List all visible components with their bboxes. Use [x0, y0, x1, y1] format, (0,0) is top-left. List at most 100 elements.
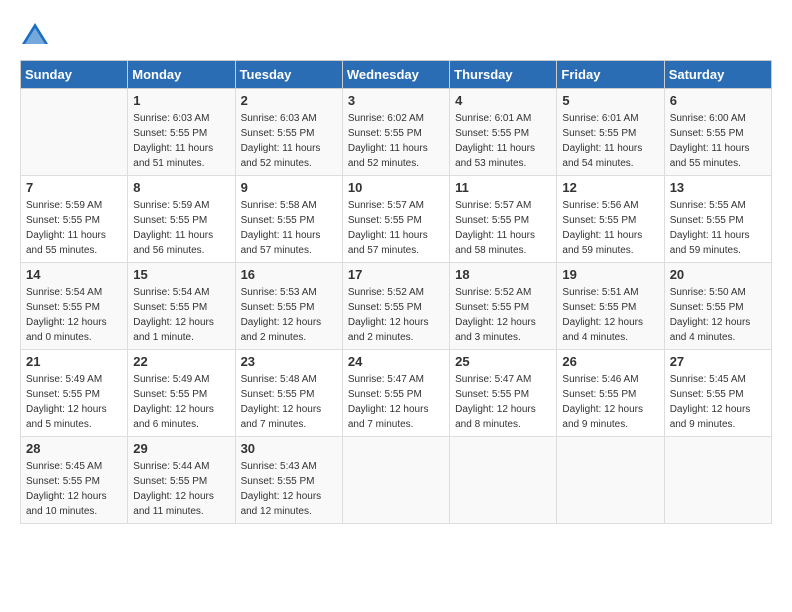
day-info: Sunrise: 6:03 AMSunset: 5:55 PMDaylight:…	[133, 111, 229, 171]
day-info: Sunrise: 5:45 AMSunset: 5:55 PMDaylight:…	[670, 372, 766, 432]
day-number: 13	[670, 180, 766, 195]
day-info: Sunrise: 5:59 AMSunset: 5:55 PMDaylight:…	[133, 198, 229, 258]
calendar-body: 1 Sunrise: 6:03 AMSunset: 5:55 PMDaylight…	[21, 89, 772, 524]
calendar-week-0: 1 Sunrise: 6:03 AMSunset: 5:55 PMDaylight…	[21, 89, 772, 176]
calendar-cell: 2 Sunrise: 6:03 AMSunset: 5:55 PMDaylight…	[235, 89, 342, 176]
weekday-header-wednesday: Wednesday	[342, 61, 449, 89]
day-info: Sunrise: 5:53 AMSunset: 5:55 PMDaylight:…	[241, 285, 337, 345]
day-number: 22	[133, 354, 229, 369]
day-number: 5	[562, 93, 658, 108]
calendar-cell: 14 Sunrise: 5:54 AMSunset: 5:55 PMDayligh…	[21, 263, 128, 350]
calendar-cell: 5 Sunrise: 6:01 AMSunset: 5:55 PMDaylight…	[557, 89, 664, 176]
calendar-cell: 4 Sunrise: 6:01 AMSunset: 5:55 PMDaylight…	[450, 89, 557, 176]
day-number: 19	[562, 267, 658, 282]
calendar-cell	[342, 437, 449, 524]
day-info: Sunrise: 5:51 AMSunset: 5:55 PMDaylight:…	[562, 285, 658, 345]
calendar-cell: 23 Sunrise: 5:48 AMSunset: 5:55 PMDayligh…	[235, 350, 342, 437]
calendar-cell: 9 Sunrise: 5:58 AMSunset: 5:55 PMDaylight…	[235, 176, 342, 263]
day-number: 11	[455, 180, 551, 195]
calendar-cell	[450, 437, 557, 524]
calendar-cell: 15 Sunrise: 5:54 AMSunset: 5:55 PMDayligh…	[128, 263, 235, 350]
day-number: 7	[26, 180, 122, 195]
calendar-cell: 18 Sunrise: 5:52 AMSunset: 5:55 PMDayligh…	[450, 263, 557, 350]
day-number: 3	[348, 93, 444, 108]
weekday-header-tuesday: Tuesday	[235, 61, 342, 89]
day-number: 18	[455, 267, 551, 282]
weekday-row: SundayMondayTuesdayWednesdayThursdayFrid…	[21, 61, 772, 89]
calendar-cell	[664, 437, 771, 524]
day-info: Sunrise: 5:47 AMSunset: 5:55 PMDaylight:…	[348, 372, 444, 432]
calendar-cell: 20 Sunrise: 5:50 AMSunset: 5:55 PMDayligh…	[664, 263, 771, 350]
page-header	[20, 20, 772, 50]
day-info: Sunrise: 5:49 AMSunset: 5:55 PMDaylight:…	[26, 372, 122, 432]
day-info: Sunrise: 5:57 AMSunset: 5:55 PMDaylight:…	[348, 198, 444, 258]
calendar-week-3: 21Sunrise: 5:49 AMSunset: 5:55 PMDayligh…	[21, 350, 772, 437]
day-number: 1	[133, 93, 229, 108]
day-info: Sunrise: 6:01 AMSunset: 5:55 PMDaylight:…	[562, 111, 658, 171]
calendar-cell: 24 Sunrise: 5:47 AMSunset: 5:55 PMDayligh…	[342, 350, 449, 437]
day-number: 12	[562, 180, 658, 195]
day-number: 20	[670, 267, 766, 282]
calendar-cell: 19 Sunrise: 5:51 AMSunset: 5:55 PMDayligh…	[557, 263, 664, 350]
day-number: 23	[241, 354, 337, 369]
day-number: 29	[133, 441, 229, 456]
day-info: Sunrise: 5:46 AMSunset: 5:55 PMDaylight:…	[562, 372, 658, 432]
weekday-header-friday: Friday	[557, 61, 664, 89]
weekday-header-monday: Monday	[128, 61, 235, 89]
day-info: Sunrise: 6:03 AMSunset: 5:55 PMDaylight:…	[241, 111, 337, 171]
calendar-cell: 30 Sunrise: 5:43 AMSunset: 5:55 PMDayligh…	[235, 437, 342, 524]
day-number: 9	[241, 180, 337, 195]
calendar-cell: 1 Sunrise: 6:03 AMSunset: 5:55 PMDaylight…	[128, 89, 235, 176]
day-number: 16	[241, 267, 337, 282]
calendar-cell: 21Sunrise: 5:49 AMSunset: 5:55 PMDayligh…	[21, 350, 128, 437]
calendar-cell: 12 Sunrise: 5:56 AMSunset: 5:55 PMDayligh…	[557, 176, 664, 263]
day-number: 14	[26, 267, 122, 282]
calendar-week-2: 14 Sunrise: 5:54 AMSunset: 5:55 PMDayligh…	[21, 263, 772, 350]
calendar-cell	[21, 89, 128, 176]
day-info: Sunrise: 5:56 AMSunset: 5:55 PMDaylight:…	[562, 198, 658, 258]
day-number: 24	[348, 354, 444, 369]
logo-icon	[20, 20, 50, 50]
weekday-header-thursday: Thursday	[450, 61, 557, 89]
day-info: Sunrise: 6:00 AMSunset: 5:55 PMDaylight:…	[670, 111, 766, 171]
calendar-cell: 27 Sunrise: 5:45 AMSunset: 5:55 PMDayligh…	[664, 350, 771, 437]
calendar-cell: 25Sunrise: 5:47 AMSunset: 5:55 PMDayligh…	[450, 350, 557, 437]
day-number: 8	[133, 180, 229, 195]
day-info: Sunrise: 5:52 AMSunset: 5:55 PMDaylight:…	[455, 285, 551, 345]
day-info: Sunrise: 5:43 AMSunset: 5:55 PMDaylight:…	[241, 459, 337, 519]
weekday-header-sunday: Sunday	[21, 61, 128, 89]
day-number: 10	[348, 180, 444, 195]
calendar-cell: 17Sunrise: 5:52 AMSunset: 5:55 PMDayligh…	[342, 263, 449, 350]
day-number: 15	[133, 267, 229, 282]
day-number: 27	[670, 354, 766, 369]
day-info: Sunrise: 5:57 AMSunset: 5:55 PMDaylight:…	[455, 198, 551, 258]
calendar-cell: 28 Sunrise: 5:45 AMSunset: 5:55 PMDayligh…	[21, 437, 128, 524]
day-info: Sunrise: 5:54 AMSunset: 5:55 PMDaylight:…	[26, 285, 122, 345]
day-info: Sunrise: 5:58 AMSunset: 5:55 PMDaylight:…	[241, 198, 337, 258]
logo	[20, 20, 52, 50]
calendar-cell: 13Sunrise: 5:55 AMSunset: 5:55 PMDayligh…	[664, 176, 771, 263]
day-number: 6	[670, 93, 766, 108]
calendar-cell: 29 Sunrise: 5:44 AMSunset: 5:55 PMDayligh…	[128, 437, 235, 524]
day-info: Sunrise: 5:59 AMSunset: 5:55 PMDaylight:…	[26, 198, 122, 258]
day-info: Sunrise: 5:54 AMSunset: 5:55 PMDaylight:…	[133, 285, 229, 345]
day-number: 28	[26, 441, 122, 456]
day-info: Sunrise: 5:44 AMSunset: 5:55 PMDaylight:…	[133, 459, 229, 519]
calendar-cell: 26Sunrise: 5:46 AMSunset: 5:55 PMDayligh…	[557, 350, 664, 437]
calendar-cell	[557, 437, 664, 524]
day-number: 2	[241, 93, 337, 108]
calendar-table: SundayMondayTuesdayWednesdayThursdayFrid…	[20, 60, 772, 524]
day-info: Sunrise: 5:45 AMSunset: 5:55 PMDaylight:…	[26, 459, 122, 519]
calendar-cell: 6 Sunrise: 6:00 AMSunset: 5:55 PMDaylight…	[664, 89, 771, 176]
day-number: 30	[241, 441, 337, 456]
calendar-cell: 10 Sunrise: 5:57 AMSunset: 5:55 PMDayligh…	[342, 176, 449, 263]
calendar-cell: 16 Sunrise: 5:53 AMSunset: 5:55 PMDayligh…	[235, 263, 342, 350]
calendar-cell: 8 Sunrise: 5:59 AMSunset: 5:55 PMDaylight…	[128, 176, 235, 263]
calendar-cell: 22Sunrise: 5:49 AMSunset: 5:55 PMDayligh…	[128, 350, 235, 437]
weekday-header-saturday: Saturday	[664, 61, 771, 89]
day-info: Sunrise: 6:01 AMSunset: 5:55 PMDaylight:…	[455, 111, 551, 171]
day-info: Sunrise: 5:50 AMSunset: 5:55 PMDaylight:…	[670, 285, 766, 345]
day-number: 4	[455, 93, 551, 108]
day-info: Sunrise: 5:48 AMSunset: 5:55 PMDaylight:…	[241, 372, 337, 432]
calendar-week-1: 7 Sunrise: 5:59 AMSunset: 5:55 PMDaylight…	[21, 176, 772, 263]
